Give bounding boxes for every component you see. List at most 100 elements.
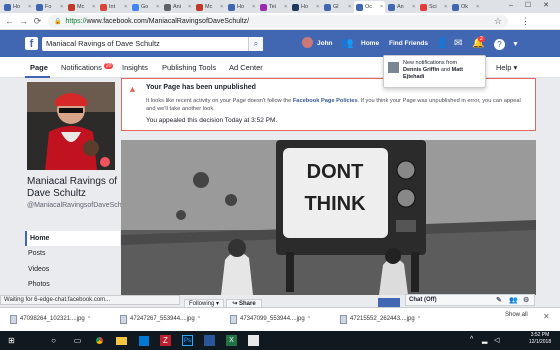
- photoshop-icon[interactable]: Ps: [180, 333, 195, 348]
- search-icon[interactable]: ○: [46, 333, 61, 348]
- tab-close-icon[interactable]: ×: [316, 4, 319, 10]
- browser-tab[interactable]: Tei ×: [258, 1, 289, 13]
- friends-icon[interactable]: 👤: [436, 38, 448, 49]
- tab-ad-center[interactable]: Ad Center: [229, 63, 263, 72]
- store-icon[interactable]: [136, 333, 151, 348]
- download-item-1[interactable]: 47098264_102321....jpg ^: [10, 312, 90, 326]
- tab-label: Gl: [333, 4, 339, 10]
- tab-insights[interactable]: Insights: [122, 63, 148, 72]
- app-icon[interactable]: [246, 333, 261, 348]
- tab-label: Tei: [269, 4, 277, 10]
- window-maximize-icon[interactable]: ☐: [522, 1, 534, 11]
- windows-start-icon[interactable]: ⊞: [4, 333, 19, 348]
- chevron-up-icon[interactable]: ^: [198, 316, 200, 322]
- download-item-2[interactable]: 47247267_553944....jpg ^: [120, 312, 200, 326]
- facebook-logo[interactable]: f: [25, 37, 38, 50]
- browser-tab[interactable]: Ok ×: [450, 1, 481, 13]
- volume-icon[interactable]: ◁: [494, 336, 499, 344]
- tab-close-icon[interactable]: ×: [284, 4, 287, 10]
- download-filename-3: 47347099_553944....jpg: [240, 316, 305, 322]
- home-link[interactable]: Home: [361, 40, 379, 47]
- download-item-3[interactable]: 47347099_553944....jpg ^: [230, 312, 310, 326]
- filezilla-icon[interactable]: Z: [158, 333, 173, 348]
- tab-close-icon[interactable]: ×: [188, 4, 191, 10]
- user-name-link[interactable]: John: [317, 40, 333, 47]
- appeal-status: You appealed this decision Today at 3:52…: [146, 117, 278, 124]
- search-icon[interactable]: ⌕: [248, 37, 263, 51]
- network-icon[interactable]: ▂: [482, 336, 487, 344]
- excel-icon[interactable]: X: [224, 333, 239, 348]
- close-downloads-icon[interactable]: ✕: [543, 312, 550, 321]
- tab-close-icon[interactable]: ×: [156, 4, 159, 10]
- window-close-icon[interactable]: ✕: [540, 1, 552, 11]
- tab-help[interactable]: Help ▾: [496, 63, 517, 72]
- tray-chevron-icon[interactable]: ^: [470, 336, 473, 343]
- account-menu-chevron-icon[interactable]: ▼: [512, 41, 519, 48]
- tab-close-icon[interactable]: ×: [476, 4, 479, 10]
- browser-tab[interactable]: Ho ×: [2, 1, 33, 13]
- taskbar-clock[interactable]: 3:52 PM 12/1/2018: [520, 332, 560, 346]
- tab-notifications[interactable]: Notifications 20: [61, 63, 114, 72]
- chevron-up-icon[interactable]: ^: [308, 316, 310, 322]
- tab-close-icon[interactable]: ×: [220, 4, 223, 10]
- browser-tab[interactable]: Mc ×: [66, 1, 97, 13]
- tab-close-icon[interactable]: ×: [124, 4, 127, 10]
- window-minimize-icon[interactable]: –: [505, 1, 517, 11]
- tab-close-icon[interactable]: ×: [348, 4, 351, 10]
- browser-tab[interactable]: Sci ×: [418, 1, 449, 13]
- file-explorer-icon[interactable]: [114, 333, 129, 348]
- browser-tab[interactable]: Int ×: [98, 1, 129, 13]
- tab-publishing-tools[interactable]: Publishing Tools: [162, 63, 216, 72]
- tab-close-icon[interactable]: ×: [60, 4, 63, 10]
- browser-tab[interactable]: Mc ×: [194, 1, 225, 13]
- bookmark-star-icon[interactable]: ☆: [494, 16, 502, 27]
- friend-requests-icon[interactable]: 👥: [341, 38, 353, 49]
- back-icon[interactable]: ←: [4, 16, 15, 27]
- reload-icon[interactable]: ⟳: [32, 16, 43, 27]
- tab-close-icon[interactable]: ×: [92, 4, 95, 10]
- chrome-icon[interactable]: [92, 333, 107, 348]
- left-nav-videos[interactable]: Videos: [25, 262, 120, 277]
- compose-icon[interactable]: ✎: [496, 296, 502, 304]
- browser-menu-icon[interactable]: ⋮: [520, 16, 531, 27]
- messenger-icon[interactable]: ✉: [454, 38, 462, 49]
- tab-close-icon[interactable]: ×: [380, 4, 383, 10]
- download-item-4[interactable]: 47215552_262443....jpg ^: [340, 312, 420, 326]
- user-avatar[interactable]: [302, 37, 313, 48]
- tab-close-icon[interactable]: ×: [412, 4, 415, 10]
- show-all-downloads-button[interactable]: Show all: [505, 312, 528, 318]
- browser-tab[interactable]: Ho ×: [290, 1, 321, 13]
- task-view-icon[interactable]: ▭: [70, 333, 85, 348]
- browser-tab[interactable]: Ani ×: [162, 1, 193, 13]
- help-icon[interactable]: ?: [494, 39, 505, 50]
- cover-photo[interactable]: DONT THINK: [121, 140, 536, 295]
- app-icon[interactable]: [202, 333, 217, 348]
- page-policies-link[interactable]: Facebook Page Policies: [293, 98, 358, 104]
- left-nav-posts[interactable]: Posts: [25, 246, 120, 261]
- url-input[interactable]: 🔒 https://www.facebook.com/ManiacalRavin…: [48, 15, 508, 28]
- notification-popup[interactable]: New notifications from Dennis Griffin and…: [383, 55, 486, 88]
- browser-tab[interactable]: An ×: [386, 1, 417, 13]
- tab-close-icon[interactable]: ×: [444, 4, 447, 10]
- chevron-up-icon[interactable]: ^: [88, 316, 90, 322]
- left-nav-home[interactable]: Home: [25, 231, 120, 246]
- tab-close-icon[interactable]: ×: [28, 4, 31, 10]
- page-username[interactable]: @ManiacalRavingsofDaveSchultz: [27, 202, 133, 210]
- browser-tab[interactable]: Gl ×: [322, 1, 353, 13]
- find-friends-link[interactable]: Find Friends: [389, 40, 428, 47]
- chat-bar[interactable]: Chat (Off) ✎ 👥 ⚙: [405, 294, 535, 306]
- tab-close-icon[interactable]: ×: [252, 4, 255, 10]
- browser-tab[interactable]: Go ×: [130, 1, 161, 13]
- gear-icon[interactable]: ⚙: [523, 296, 529, 304]
- browser-tab[interactable]: Fo ×: [34, 1, 65, 13]
- group-icon[interactable]: 👥: [509, 296, 518, 304]
- page-profile-picture[interactable]: [27, 82, 115, 170]
- tab-page[interactable]: Page: [30, 63, 48, 72]
- chevron-up-icon[interactable]: ^: [418, 316, 420, 322]
- left-nav-photos[interactable]: Photos: [25, 277, 120, 292]
- forward-icon[interactable]: →: [18, 16, 29, 27]
- browser-status-bar: Waiting for 6-edge-chat.facebook.com...: [0, 295, 180, 305]
- browser-tab[interactable]: Ho ×: [226, 1, 257, 13]
- browser-tab[interactable]: Oc ×: [354, 1, 385, 13]
- search-input[interactable]: Maniacal Ravings of Dave Schultz: [42, 37, 263, 51]
